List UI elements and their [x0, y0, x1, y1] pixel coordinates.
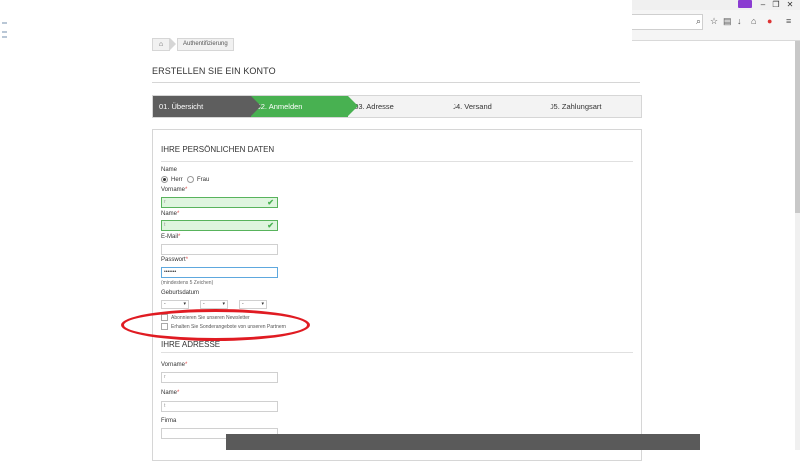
check-icon: ✔ [267, 221, 274, 230]
salutation-label: Name [161, 167, 178, 173]
section-title-address: IHRE ADRESSE [161, 340, 221, 349]
home-icon[interactable]: ⌂ [751, 16, 756, 26]
step-label: 01. Übersicht [159, 102, 204, 111]
address-lastname-label: Name* [161, 390, 180, 396]
breadcrumb: ⌂ Authentifizierung [152, 37, 234, 51]
address-firstname-label: Vorname* [161, 362, 188, 368]
address-firstname-input[interactable]: r [161, 372, 278, 383]
breadcrumb-item[interactable]: Authentifizierung [177, 37, 234, 51]
maximize-icon[interactable]: ❐ [771, 0, 781, 9]
breadcrumb-separator [170, 38, 176, 50]
scrollbar-thumb[interactable] [795, 41, 800, 213]
address-lastname-input[interactable]: t [161, 401, 278, 412]
minimize-icon[interactable]: – [758, 0, 768, 9]
step-label: 02. Anmelden [256, 102, 303, 111]
birth-year-select[interactable]: - ▾ [239, 300, 267, 309]
page-title: ERSTELLEN SIE EIN KONTO [152, 66, 276, 76]
password-label: Passwort* [161, 257, 189, 263]
close-icon[interactable]: ✕ [785, 0, 795, 9]
divider [152, 82, 640, 83]
annotation-ellipse [121, 309, 310, 341]
bottom-overlay-bar [226, 434, 700, 450]
section-title-personal: IHRE PERSÖNLICHEN DATEN [161, 145, 275, 154]
account-form: IHRE PERSÖNLICHEN DATEN Name Herr Frau V… [152, 129, 642, 461]
star-icon[interactable]: ☆ [710, 16, 718, 26]
chevron-down-icon: ▾ [261, 301, 264, 307]
private-mode-icon [738, 0, 752, 8]
step-shipping: 04. Versand [445, 96, 554, 117]
step-label: 04. Versand [451, 102, 492, 111]
radio-label: Herr [171, 176, 183, 183]
radio-frau[interactable]: Frau [187, 176, 209, 183]
radio-label: Frau [197, 176, 210, 183]
password-hint: (mindestens 5 Zeichen) [161, 280, 214, 286]
addon-icon[interactable]: ● [767, 16, 772, 26]
chevron-down-icon: ▾ [183, 301, 186, 307]
left-indicator [0, 0, 10, 50]
birthdate-label: Geburtsdatum [161, 290, 200, 296]
lastname-label: Name* [161, 211, 180, 217]
divider [161, 161, 633, 162]
birth-month-select[interactable]: - ▾ [200, 300, 228, 309]
url-bar[interactable] [632, 14, 703, 30]
password-input[interactable]: ••••••• [161, 267, 278, 278]
menu-icon[interactable]: ≡ [786, 16, 791, 26]
chevron-down-icon: ▾ [222, 301, 225, 307]
search-icon[interactable]: ⌕ [696, 16, 701, 26]
download-icon[interactable]: ↓ [737, 16, 742, 26]
left-margin [0, 0, 10, 450]
divider [161, 352, 633, 353]
email-input[interactable] [161, 244, 278, 255]
home-icon[interactable]: ⌂ [152, 37, 170, 51]
firstname-label: Vorname* [161, 187, 188, 193]
step-login: 02. Anmelden [250, 96, 359, 117]
step-label: 05. Zahlungsart [549, 102, 602, 111]
check-icon: ✔ [267, 198, 274, 207]
firstname-input[interactable]: r ✔ [161, 197, 278, 208]
email-label: E-Mail* [161, 234, 181, 240]
radio-herr[interactable]: Herr [161, 176, 183, 183]
birth-day-select[interactable]: - ▾ [161, 300, 189, 309]
step-label: 03. Adresse [354, 102, 394, 111]
step-overview[interactable]: 01. Übersicht [153, 96, 261, 117]
step-address: 03. Adresse [348, 96, 456, 117]
clipboard-icon[interactable]: ▤ [723, 16, 732, 26]
checkout-steps: 01. Übersicht 02. Anmelden 03. Adresse 0… [152, 95, 642, 118]
step-payment: 05. Zahlungsart [543, 96, 641, 117]
company-label: Firma [161, 418, 177, 424]
lastname-input[interactable]: t ✔ [161, 220, 278, 231]
